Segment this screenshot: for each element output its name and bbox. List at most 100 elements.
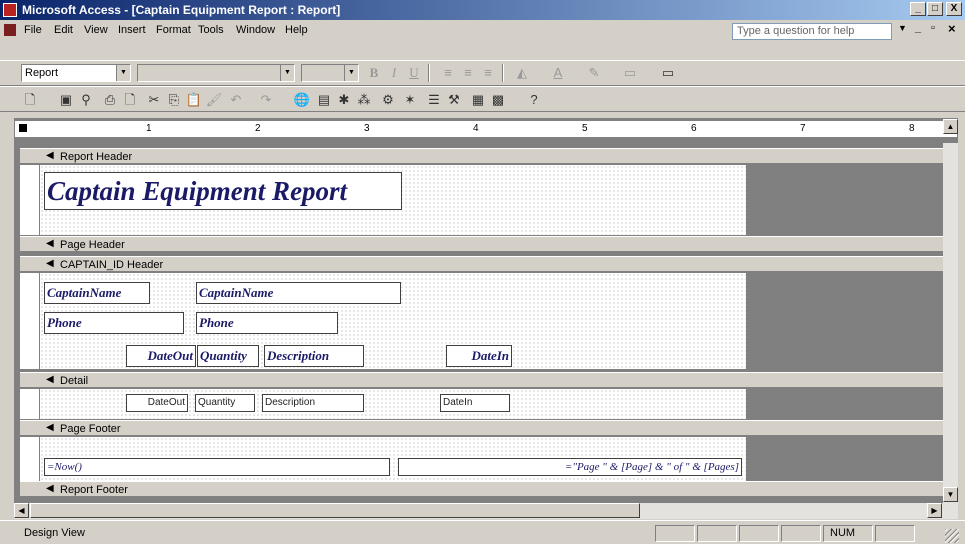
section-bar-report-header[interactable]: ◀ Report Header bbox=[20, 148, 944, 164]
format-painter-icon[interactable]: 🖌 bbox=[204, 90, 224, 110]
detail-datein-field[interactable]: DateIn bbox=[440, 394, 510, 412]
search-icon[interactable]: ⚲ bbox=[76, 90, 96, 110]
size-combo[interactable]: ▼ bbox=[301, 64, 359, 82]
scroll-up-button[interactable]: ▲ bbox=[943, 119, 958, 134]
page-number-field[interactable]: ="Page " & [Page] & " of " & [Pages] bbox=[398, 458, 742, 476]
ask-question-input[interactable]: Type a question for help bbox=[732, 23, 892, 40]
doc-close-button[interactable]: × bbox=[948, 21, 956, 36]
resize-grip-icon[interactable] bbox=[945, 529, 959, 543]
object-combo-value: Report bbox=[25, 67, 59, 79]
doc-restore-button[interactable]: ▫ bbox=[931, 22, 935, 34]
phone-field[interactable]: Phone bbox=[196, 312, 338, 334]
column-heading-quantity[interactable]: Quantity bbox=[197, 345, 259, 367]
document-icon[interactable] bbox=[4, 24, 16, 36]
access-app-icon[interactable] bbox=[3, 3, 17, 17]
view-icon[interactable]: 🗋 bbox=[20, 90, 40, 110]
chevron-down-icon[interactable]: ▼ bbox=[116, 65, 130, 81]
redo-icon[interactable]: ↷ bbox=[256, 90, 276, 110]
chevron-down-icon[interactable]: ▼ bbox=[344, 65, 358, 81]
align-center-icon[interactable]: ≡ bbox=[458, 63, 478, 83]
menu-file[interactable]: File bbox=[24, 24, 42, 36]
detail-description-field[interactable]: Description bbox=[262, 394, 364, 412]
report-title-label[interactable]: Captain Equipment Report bbox=[44, 172, 402, 210]
chevron-down-icon[interactable]: ▼ bbox=[280, 65, 294, 81]
column-heading-datein[interactable]: DateIn bbox=[446, 345, 512, 367]
line-style-icon[interactable]: ▭ bbox=[658, 63, 678, 83]
italic-button[interactable]: I bbox=[384, 63, 404, 83]
border-width-icon[interactable]: ▭ bbox=[620, 63, 640, 83]
ruler-mark: 3 bbox=[364, 123, 370, 134]
menu-help[interactable]: Help bbox=[285, 24, 308, 36]
detail-dateout-field[interactable]: DateOut bbox=[126, 394, 188, 412]
hyperlink-icon[interactable]: 🌐 bbox=[292, 90, 312, 110]
font-color-icon[interactable]: A bbox=[548, 63, 568, 83]
properties-icon[interactable]: ☰ bbox=[424, 90, 444, 110]
status-cell bbox=[739, 525, 779, 542]
sorting-grouping-icon[interactable]: ⁂ bbox=[354, 90, 374, 110]
copy-icon[interactable]: ⎘ bbox=[164, 90, 184, 110]
captain-name-label[interactable]: CaptainName bbox=[44, 282, 150, 304]
print-icon[interactable]: ⎙ bbox=[100, 90, 120, 110]
object-combo[interactable]: Report ▼ bbox=[21, 64, 131, 82]
cut-icon[interactable]: ✂ bbox=[144, 90, 164, 110]
menu-format[interactable]: Format bbox=[156, 24, 191, 36]
menu-view[interactable]: View bbox=[84, 24, 108, 36]
new-object-icon[interactable]: ▩ bbox=[488, 90, 508, 110]
detail-quantity-field[interactable]: Quantity bbox=[195, 394, 255, 412]
column-heading-description[interactable]: Description bbox=[264, 345, 364, 367]
phone-label[interactable]: Phone bbox=[44, 312, 184, 334]
section-bar-report-footer[interactable]: ◀ Report Footer bbox=[20, 481, 944, 497]
section-bar-group-header[interactable]: ◀ CAPTAIN_ID Header bbox=[20, 256, 944, 272]
fill-color-icon[interactable]: ◭ bbox=[512, 63, 532, 83]
print-preview-icon[interactable]: 🗋 bbox=[120, 90, 140, 110]
underline-button[interactable]: U bbox=[404, 63, 424, 83]
menu-tools[interactable]: Tools bbox=[198, 24, 224, 36]
section-label: CAPTAIN_ID Header bbox=[60, 259, 164, 271]
build-icon[interactable]: ⚒ bbox=[444, 90, 464, 110]
scroll-down-button[interactable]: ▼ bbox=[943, 487, 958, 502]
section-label: Page Footer bbox=[60, 423, 121, 435]
menu-edit[interactable]: Edit bbox=[54, 24, 73, 36]
help-dropdown-icon[interactable]: ▼ bbox=[898, 23, 907, 33]
status-bar: Design View NUM bbox=[0, 520, 965, 544]
section-bar-page-footer[interactable]: ◀ Page Footer bbox=[20, 420, 944, 436]
vertical-ruler bbox=[20, 273, 40, 369]
section-bar-page-header[interactable]: ◀ Page Header bbox=[20, 236, 944, 252]
section-label: Detail bbox=[60, 375, 89, 387]
align-right-icon[interactable]: ≡ bbox=[478, 63, 498, 83]
code-icon[interactable]: ✶ bbox=[400, 90, 420, 110]
save-icon[interactable]: ▣ bbox=[56, 90, 76, 110]
horizontal-scrollbar[interactable]: ◀ ▶ bbox=[14, 503, 958, 519]
ruler-mark: 5 bbox=[582, 123, 588, 134]
horizontal-ruler: 1 2 3 4 5 6 7 8 bbox=[14, 120, 958, 138]
menu-window[interactable]: Window bbox=[236, 24, 275, 36]
section-label: Page Header bbox=[60, 239, 125, 251]
column-heading-dateout[interactable]: DateOut bbox=[126, 345, 196, 367]
scroll-left-button[interactable]: ◀ bbox=[14, 503, 29, 518]
field-list-icon[interactable]: ▤ bbox=[314, 90, 334, 110]
bold-button[interactable]: B bbox=[364, 63, 384, 83]
vertical-scrollbar[interactable]: ▲ ▼ bbox=[943, 119, 958, 503]
menu-insert[interactable]: Insert bbox=[118, 24, 146, 36]
help-icon[interactable]: ? bbox=[524, 90, 544, 110]
close-button[interactable]: X bbox=[946, 2, 962, 16]
maximize-button[interactable]: □ bbox=[927, 2, 943, 16]
captain-name-field[interactable]: CaptainName bbox=[196, 282, 401, 304]
scroll-thumb[interactable] bbox=[30, 503, 640, 518]
align-left-icon[interactable]: ≡ bbox=[438, 63, 458, 83]
undo-icon[interactable]: ↶ bbox=[226, 90, 246, 110]
minimize-button[interactable]: _ bbox=[910, 2, 926, 16]
report-selector[interactable] bbox=[19, 124, 27, 132]
toolbox-icon[interactable]: ✱ bbox=[334, 90, 354, 110]
line-color-icon[interactable]: ✎ bbox=[584, 63, 604, 83]
doc-minimize-button[interactable]: _ bbox=[915, 22, 921, 34]
now-expression-field[interactable]: =Now() bbox=[44, 458, 390, 476]
paste-icon[interactable]: 📋 bbox=[184, 90, 204, 110]
font-combo[interactable]: ▼ bbox=[137, 64, 295, 82]
section-arrow-icon: ◀ bbox=[46, 150, 54, 161]
autoformat-icon[interactable]: ⚙ bbox=[378, 90, 398, 110]
scroll-right-button[interactable]: ▶ bbox=[927, 503, 942, 518]
database-window-icon[interactable]: ▦ bbox=[468, 90, 488, 110]
section-bar-detail[interactable]: ◀ Detail bbox=[20, 372, 944, 388]
ruler-mark: 7 bbox=[800, 123, 806, 134]
